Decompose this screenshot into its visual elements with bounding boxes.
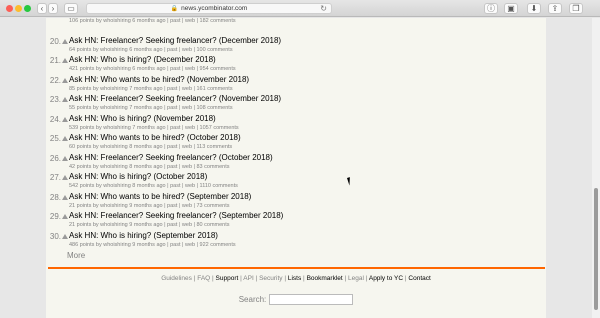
story-title-link[interactable]: Ask HN: Freelancer? Seeking freelancer? …	[69, 36, 281, 45]
story-subtext: 21 points by whoishiring 9 months ago | …	[69, 222, 230, 228]
tabs-overview-button[interactable]: ❐	[569, 3, 583, 14]
footer-separator	[48, 267, 545, 269]
story-title-link[interactable]: Ask HN: Who is hiring? (October 2018)	[69, 172, 207, 181]
footer-link[interactable]: Guidelines	[161, 275, 192, 282]
footer-link[interactable]: Legal	[348, 275, 364, 282]
search-form: Search:	[46, 294, 546, 305]
reload-icon[interactable]: ↻	[320, 4, 327, 13]
story-subtext: 60 points by whoishiring 8 months ago | …	[69, 144, 233, 150]
story-rank: 22.	[49, 75, 61, 85]
downloads-button[interactable]: ⬇	[527, 3, 541, 14]
footer-links: Guidelines | FAQ | Support | API | Secur…	[46, 275, 546, 282]
footer-link[interactable]: Security	[259, 275, 282, 282]
upvote-arrow-icon[interactable]	[62, 38, 68, 44]
story-rank: 25.	[49, 134, 61, 143]
page-viewport: 106 points by whoishiring 6 months ago |…	[0, 18, 600, 318]
story-subtext: 42 points by whoishiring 8 months ago | …	[69, 163, 230, 170]
minimize-window-button[interactable]	[15, 5, 22, 12]
lock-icon: 🔒	[170, 6, 179, 12]
story-rank: 26.	[49, 153, 61, 163]
scrollbar-thumb[interactable]	[594, 188, 598, 310]
story-subtext: 55 points by whoishiring 7 months ago | …	[69, 105, 233, 111]
browser-toolbar: ‹ › ▭ 🔒 news.ycombinator.com ↻ ⓘ ▣ ⬇ ⇪ ❐	[0, 0, 600, 17]
upvote-arrow-icon[interactable]	[62, 175, 68, 180]
search-input[interactable]	[269, 294, 354, 305]
story-subtext: 542 points by whoishiring 8 months ago |…	[69, 183, 238, 189]
upvote-arrow-icon[interactable]	[62, 155, 68, 161]
story-rank: 24.	[49, 114, 61, 124]
zoom-window-button[interactable]	[24, 5, 31, 12]
hn-content: 106 points by whoishiring 6 months ago |…	[46, 18, 546, 318]
upvote-arrow-icon[interactable]	[62, 136, 68, 141]
upvote-arrow-icon[interactable]	[62, 214, 68, 219]
url-text: news.ycombinator.com	[181, 5, 248, 12]
download-icon: ⬇	[530, 3, 538, 13]
story-subtext: 85 points by whoishiring 7 months ago | …	[69, 85, 233, 92]
story-rank: 21.	[49, 56, 61, 65]
story-rank: 27.	[49, 173, 61, 182]
footer-link[interactable]: API	[243, 275, 253, 282]
story-title-link[interactable]: Ask HN: Who is hiring? (December 2018)	[69, 55, 216, 64]
story-rank: 29.	[49, 212, 61, 221]
story-subtext: 106 points by whoishiring 6 months ago |…	[69, 18, 236, 24]
sidebar-icon: ▭	[67, 3, 75, 13]
close-window-button[interactable]	[6, 5, 13, 12]
story-title-link[interactable]: Ask HN: Who is hiring? (September 2018)	[69, 231, 218, 240]
back-button[interactable]: ‹	[37, 3, 47, 14]
story-rank: 23.	[49, 95, 61, 104]
story-title-link[interactable]: Ask HN: Who wants to be hired? (November…	[69, 75, 249, 84]
story-title-link[interactable]: Ask HN: Freelancer? Seeking freelancer? …	[69, 94, 281, 103]
footer-link[interactable]: FAQ	[197, 275, 210, 282]
address-bar[interactable]: 🔒 news.ycombinator.com ↻	[86, 3, 332, 14]
sidebar-toggle-button[interactable]: ▭	[64, 3, 78, 14]
story-subtext: 64 points by whoishiring 6 months ago | …	[69, 46, 233, 53]
more-link[interactable]: More	[67, 251, 85, 260]
footer-link[interactable]: Support	[216, 275, 239, 282]
upvote-arrow-icon[interactable]	[62, 97, 68, 102]
footer-link[interactable]: Bookmarklet	[307, 275, 343, 282]
upvote-arrow-icon[interactable]	[62, 233, 68, 239]
footer-link[interactable]: Lists	[288, 275, 301, 282]
story-subtext: 539 points by whoishiring 7 months ago |…	[69, 124, 239, 131]
story-title-link[interactable]: Ask HN: Who wants to be hired? (Septembe…	[69, 192, 251, 201]
story-subtext: 21 points by whoishiring 9 months ago | …	[69, 202, 230, 209]
story-subtext: 486 points by whoishiring 9 months ago |…	[69, 241, 236, 248]
story-rank: 28.	[49, 192, 61, 202]
chevron-left-icon: ‹	[40, 3, 44, 13]
share-icon: ⇪	[551, 3, 559, 13]
upvote-arrow-icon[interactable]	[62, 116, 68, 122]
upvote-arrow-icon[interactable]	[62, 77, 68, 83]
chevron-right-icon: ›	[51, 3, 55, 13]
upvote-arrow-icon[interactable]	[62, 194, 68, 200]
story-subtext: 421 points by whoishiring 6 months ago |…	[69, 66, 236, 72]
story-rank: 30.	[49, 231, 61, 241]
story-title-link[interactable]: Ask HN: Who is hiring? (November 2018)	[69, 114, 216, 123]
upvote-arrow-icon[interactable]	[62, 58, 68, 63]
forward-button[interactable]: ›	[48, 3, 58, 14]
story-title-link[interactable]: Ask HN: Who wants to be hired? (October …	[69, 133, 241, 142]
story-title-link[interactable]: Ask HN: Freelancer? Seeking freelancer? …	[69, 153, 273, 162]
info-button[interactable]: ⓘ	[484, 3, 498, 14]
share-button[interactable]: ⇪	[548, 3, 562, 14]
footer-link[interactable]: Contact	[408, 275, 430, 282]
tabs-icon: ❐	[572, 3, 580, 13]
story-rank: 20.	[49, 36, 61, 46]
extension-icon: ▣	[507, 3, 515, 13]
extension-button[interactable]: ▣	[504, 3, 518, 14]
info-icon: ⓘ	[487, 3, 495, 13]
search-label: Search:	[238, 295, 267, 304]
story-title-link[interactable]: Ask HN: Freelancer? Seeking freelancer? …	[69, 211, 283, 220]
footer-link[interactable]: Apply to YC	[369, 275, 403, 282]
